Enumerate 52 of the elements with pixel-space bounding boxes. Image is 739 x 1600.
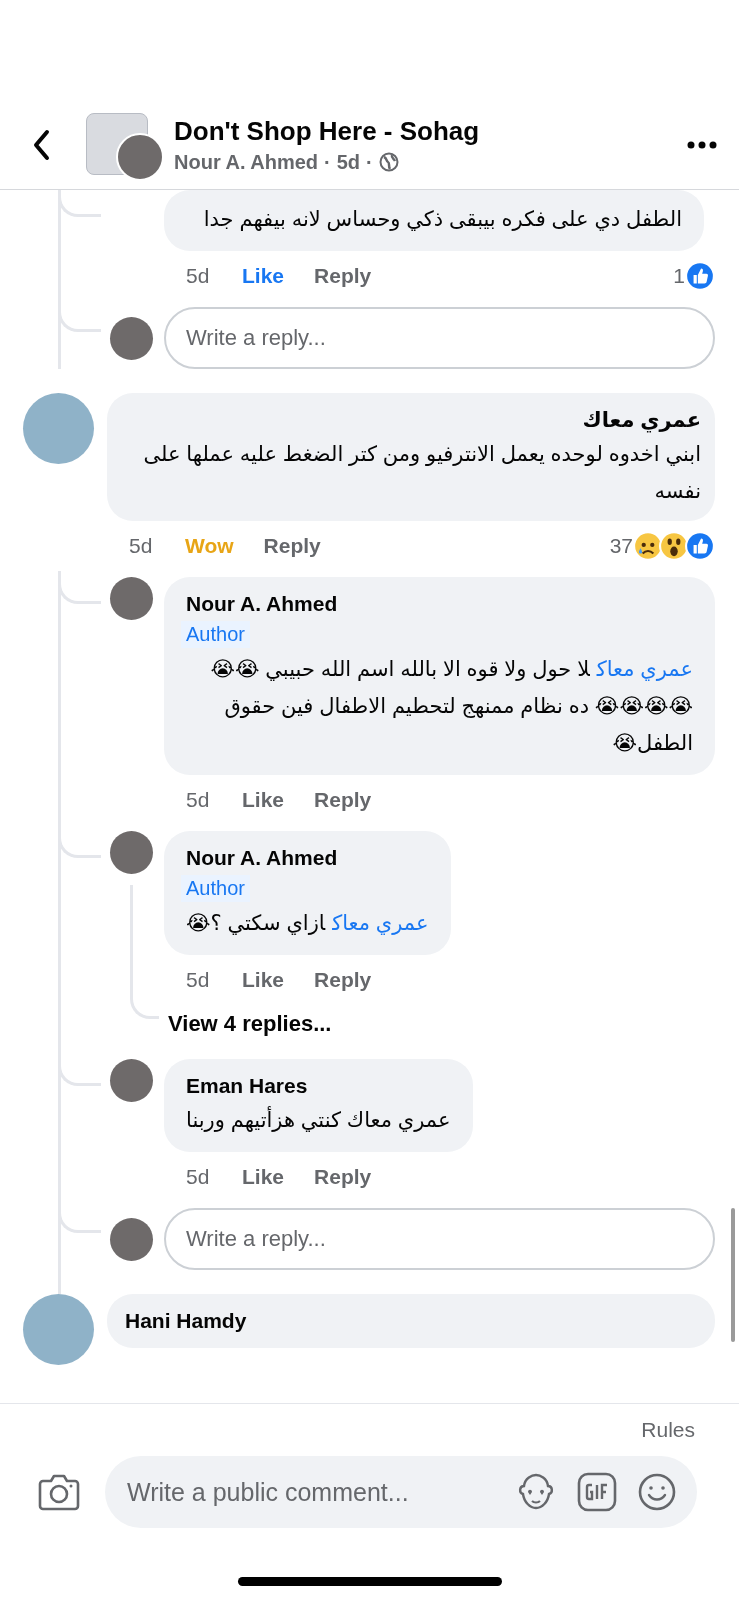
comment-text: عمري معاك لا حول ولا قوه الا بالله اسم الله حبيبي 😭😭😭😭😭😭 ده نظام ممنهج لتحطيم الاطفال فين حقوق الطفل😭 bbox=[209, 656, 693, 756]
comment-time: 5d bbox=[129, 534, 154, 558]
reaction-count[interactable]: 37 bbox=[609, 534, 633, 558]
reply-button[interactable]: Reply bbox=[314, 264, 372, 288]
author-badge: Author bbox=[181, 875, 250, 902]
avatar bbox=[110, 577, 153, 620]
like-button[interactable]: Like bbox=[242, 968, 285, 992]
like-button[interactable]: Like bbox=[242, 1165, 285, 1189]
separator-dot: · bbox=[324, 150, 331, 174]
comment-text: عمري معاك كنتي هزأتيهم وربنا bbox=[186, 1105, 451, 1134]
comment-author[interactable]: Nour A. Ahmed bbox=[186, 589, 693, 619]
globe-icon bbox=[378, 152, 399, 172]
reply-input-field[interactable]: Write a reply... bbox=[164, 307, 715, 369]
gif-icon[interactable] bbox=[577, 1472, 617, 1512]
avatar bbox=[110, 316, 153, 360]
post-author[interactable]: Nour A. Ahmed bbox=[174, 150, 319, 174]
back-icon[interactable] bbox=[32, 128, 52, 161]
comment-time: 5d bbox=[186, 788, 211, 812]
view-replies-link[interactable]: View 4 replies... bbox=[168, 1011, 332, 1037]
reply-input-field[interactable]: Write a reply... bbox=[164, 1208, 715, 1270]
like-button[interactable]: Like bbox=[242, 788, 285, 812]
comment-text: ابني اخدوه لوحده يعمل الانترفيو ومن كتر الضغط عليه عملها على نفسه bbox=[142, 441, 701, 504]
reply-button[interactable]: Reply bbox=[314, 1165, 372, 1189]
separator-dot: · bbox=[366, 150, 373, 174]
avatar bbox=[110, 831, 153, 874]
post-time: 5d bbox=[336, 150, 361, 174]
rules-link[interactable]: Rules bbox=[641, 1418, 695, 1442]
comment-time: 5d bbox=[186, 1165, 211, 1189]
comment-input-field[interactable]: Write a public comment... bbox=[105, 1456, 697, 1528]
avatar bbox=[110, 1059, 153, 1102]
more-options-icon[interactable] bbox=[687, 140, 717, 149]
reply-button[interactable]: Reply bbox=[314, 788, 372, 812]
mention-link[interactable]: عمري معاك bbox=[332, 911, 429, 934]
comment-author[interactable]: Nour A. Ahmed bbox=[186, 843, 429, 873]
comment-text: عمري معاك ازاي سكتي ؟😭 bbox=[186, 910, 429, 937]
reaction-count[interactable]: 1 bbox=[673, 264, 685, 288]
mention-link[interactable]: عمري معاك bbox=[596, 657, 693, 680]
camera-icon[interactable] bbox=[37, 1472, 81, 1512]
comment-author[interactable]: Hani Hamdy bbox=[125, 1306, 701, 1336]
comment-text: الطفل دي على فكره بيبقى ذكي وحساس لانه بيفهم جدا bbox=[202, 206, 682, 233]
comment-author[interactable]: Eman Hares bbox=[186, 1071, 451, 1101]
comment-time: 5d bbox=[186, 968, 211, 992]
avatar bbox=[110, 1217, 153, 1261]
comment-time: 5d bbox=[186, 264, 211, 288]
group-title[interactable]: Don't Shop Here - Sohag bbox=[174, 115, 671, 147]
comment-author[interactable]: عمري معاك bbox=[125, 405, 701, 435]
comment-placeholder: Write a public comment... bbox=[127, 1477, 410, 1507]
like-button[interactable]: Like bbox=[242, 264, 285, 288]
reply-button[interactable]: Reply bbox=[314, 968, 372, 992]
emoji-icon[interactable] bbox=[637, 1472, 677, 1512]
reply-button[interactable]: Reply bbox=[263, 534, 321, 558]
author-badge: Author bbox=[181, 621, 250, 648]
